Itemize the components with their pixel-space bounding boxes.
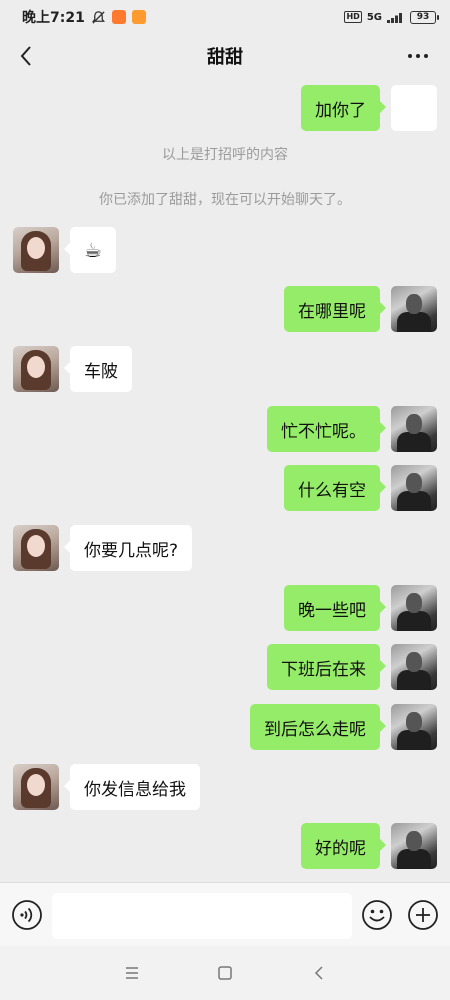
- contact-avatar[interactable]: [13, 764, 59, 810]
- my-message-bubble[interactable]: 在哪里呢: [284, 286, 386, 332]
- contact-avatar[interactable]: [13, 227, 59, 273]
- message-row: 车陂: [0, 345, 450, 393]
- message-input[interactable]: [52, 893, 352, 939]
- system-navigation-bar: [0, 946, 450, 1000]
- my-message-bubble[interactable]: 加你了: [301, 85, 386, 131]
- status-bar: 晚上7:21 HD 5G 93: [0, 0, 450, 34]
- my-message-bubble[interactable]: 下班后在来: [267, 644, 386, 690]
- system-notice: 你已添加了甜甜，现在可以开始聊天了。: [99, 192, 351, 208]
- back-button[interactable]: [12, 42, 40, 70]
- chat-header: 甜甜: [0, 34, 450, 78]
- contact-avatar[interactable]: [13, 346, 59, 392]
- my-avatar[interactable]: [391, 286, 437, 332]
- app-notification-icon: [111, 10, 126, 24]
- my-avatar[interactable]: [391, 465, 437, 511]
- input-bar: [0, 882, 450, 946]
- more-dots-icon: [408, 54, 412, 58]
- message-row: 好的呢: [0, 822, 450, 870]
- my-message-bubble[interactable]: 到后怎么走呢: [250, 704, 386, 750]
- system-back-button[interactable]: [307, 961, 331, 985]
- message-row: 在哪里呢: [0, 285, 450, 333]
- my-avatar[interactable]: [391, 704, 437, 750]
- message-row: 忙不忙呢。: [0, 405, 450, 453]
- my-avatar[interactable]: [391, 406, 437, 452]
- my-avatar[interactable]: [391, 585, 437, 631]
- voice-icon[interactable]: [11, 899, 43, 931]
- message-row: 到后怎么走呢: [0, 703, 450, 751]
- my-message-bubble[interactable]: 忙不忙呢。: [267, 406, 386, 452]
- plus-icon[interactable]: [407, 899, 439, 931]
- my-message-bubble[interactable]: 晚一些吧: [284, 585, 386, 631]
- network-indicator: 5G: [366, 11, 382, 23]
- contact-message-bubble[interactable]: ☕: [64, 227, 116, 273]
- my-avatar[interactable]: [391, 823, 437, 869]
- chevron-left-icon: [20, 46, 31, 66]
- status-time: 晚上7:21: [22, 10, 85, 26]
- emoji-icon[interactable]: [361, 899, 393, 931]
- app-notification-icon: [131, 10, 146, 24]
- contact-avatar[interactable]: [13, 525, 59, 571]
- contact-message-bubble[interactable]: 你要几点呢?: [63, 525, 193, 571]
- more-button[interactable]: [404, 44, 432, 68]
- home-button[interactable]: [213, 961, 237, 985]
- message-row: 什么有空: [0, 464, 450, 512]
- contact-message-bubble[interactable]: 车陂: [64, 346, 132, 392]
- triangle-back-icon: [314, 966, 323, 980]
- message-row: 下班后在来: [0, 643, 450, 691]
- hd-indicator: HD: [344, 11, 362, 23]
- system-notice: 以上是打招呼的内容: [162, 147, 288, 163]
- battery-indicator: 93: [410, 10, 439, 24]
- my-message-bubble[interactable]: 好的呢: [301, 823, 386, 869]
- chat-title: 甜甜: [207, 47, 243, 68]
- message-row: ☕: [0, 226, 450, 274]
- message-row: 加你了: [0, 84, 450, 132]
- square-home-icon: [218, 966, 232, 980]
- mute-icon: [91, 10, 105, 24]
- my-message-bubble[interactable]: 什么有空: [284, 465, 386, 511]
- message-list[interactable]: 加你了 以上是打招呼的内容 你已添加了甜甜，现在可以开始聊天了。 ☕ 在哪里呢 …: [0, 78, 450, 882]
- message-row: 晚一些吧: [0, 584, 450, 632]
- menu-lines-icon: [126, 967, 138, 979]
- contact-message-bubble[interactable]: 你发信息给我: [64, 764, 200, 810]
- signal-icon: [387, 13, 402, 23]
- message-row: 你要几点呢?: [0, 524, 450, 572]
- my-avatar[interactable]: [391, 85, 437, 131]
- message-row: 你发信息给我: [0, 763, 450, 811]
- recents-button[interactable]: [120, 961, 144, 985]
- my-avatar[interactable]: [391, 644, 437, 690]
